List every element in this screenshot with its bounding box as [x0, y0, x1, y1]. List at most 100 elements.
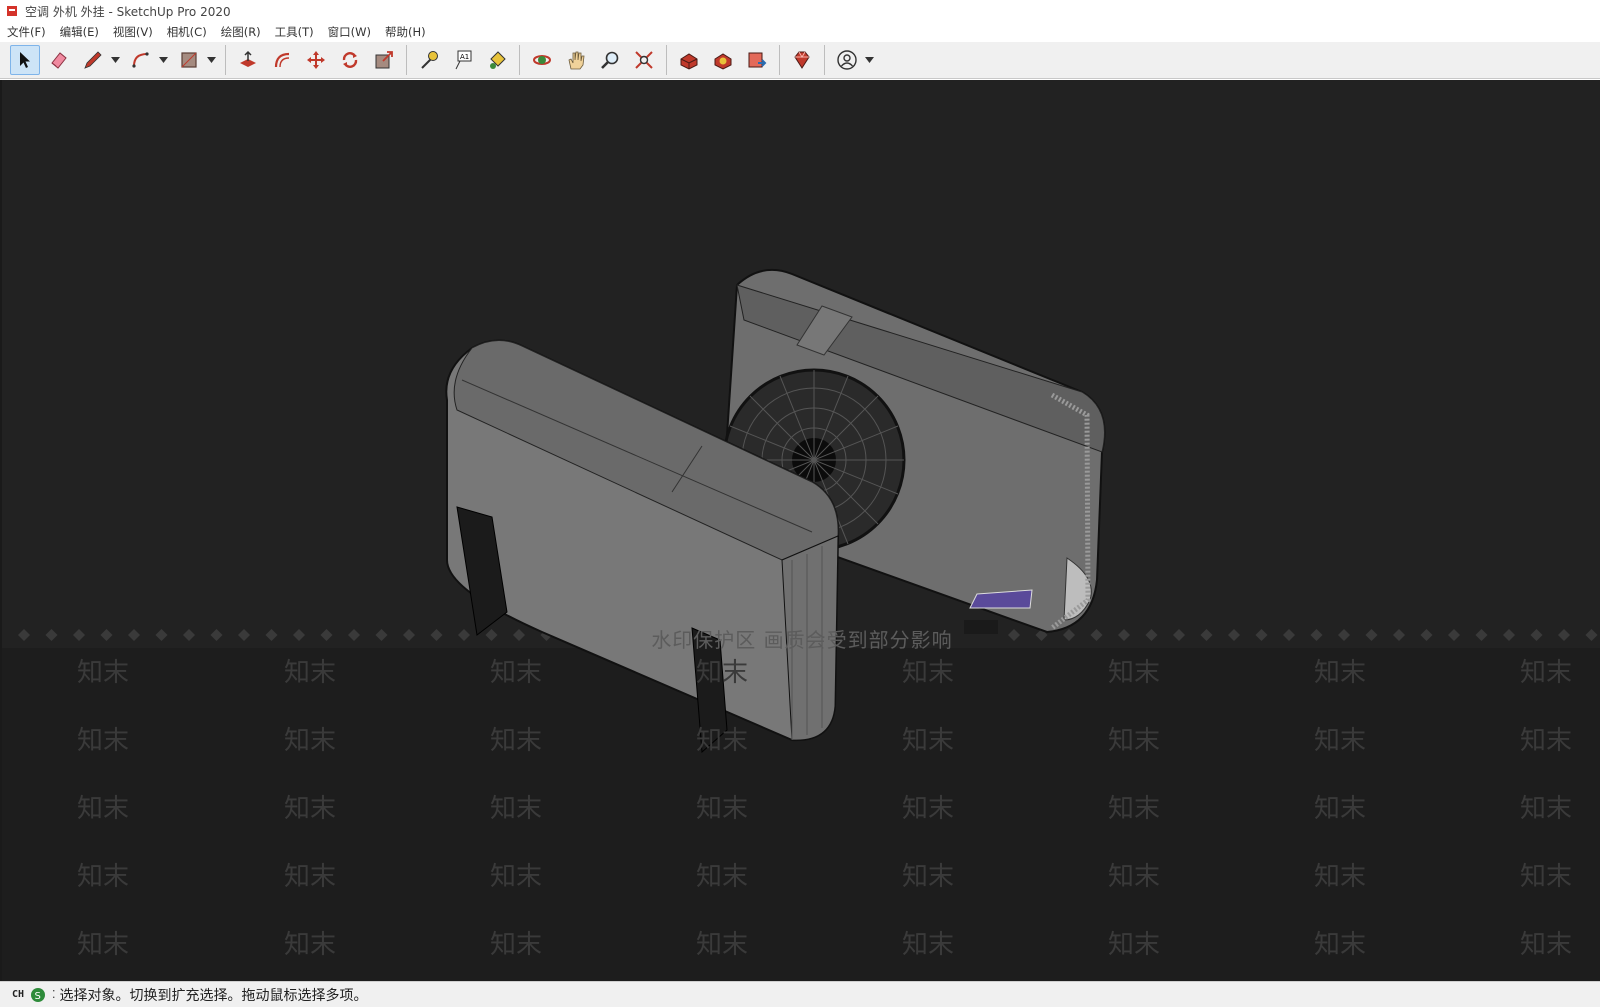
watermark-word: 知末 [490, 930, 543, 960]
watermark-notice: 水印保护区 画质会受到部分影响 [651, 628, 953, 652]
menu-window[interactable]: 窗口(W) [321, 24, 378, 40]
toolbar-separator [824, 45, 825, 75]
watermark-word: 知末 [1520, 658, 1573, 688]
arc-tool-dropdown[interactable] [158, 45, 168, 75]
account-dropdown[interactable] [864, 45, 874, 75]
watermark-word: 知末 [1314, 726, 1367, 756]
offset-icon [274, 52, 290, 68]
extension-warehouse-button[interactable] [708, 45, 738, 75]
watermark-word: 知末 [77, 726, 130, 756]
zoom-tool-button[interactable] [595, 45, 625, 75]
rectangle-tool-dropdown[interactable] [206, 45, 216, 75]
watermark-word: 知末 [284, 726, 337, 756]
orbit-tool-button[interactable] [527, 45, 557, 75]
rotate-tool-button[interactable] [335, 45, 365, 75]
model-scene [18, 268, 1598, 754]
tape-measure-icon [421, 51, 438, 69]
watermark-word: 知末 [1108, 930, 1161, 960]
watermark-word: 知末 [902, 726, 955, 756]
watermark-word: 知末 [490, 726, 543, 756]
orbit-icon [533, 55, 551, 65]
watermark-word: 知末 [490, 862, 543, 892]
watermark-word: 知末 [77, 930, 130, 960]
watermark-word: 知末 [902, 794, 955, 824]
modeling-viewport[interactable]: 水印保护区 画质会受到部分影响 知末 知末 知末 知末 知末 知末 知末 知末 知末 知末 知末 知末… [0, 80, 1600, 981]
window-title: 空调 外机 外挂 - SketchUp Pro 2020 [25, 4, 231, 19]
menu-tools[interactable]: 工具(T) [268, 24, 321, 40]
arc-tool-button[interactable] [126, 45, 156, 75]
watermark-word: 知末 [902, 658, 955, 688]
extension-warehouse-icon [714, 53, 732, 70]
status-dots-icon: ⁚ [52, 988, 56, 1001]
send-to-layout-button[interactable] [742, 45, 772, 75]
watermark-word: 知末 [77, 794, 130, 824]
watermark-word: 知末 [902, 862, 955, 892]
line-tool-button[interactable] [78, 45, 108, 75]
pencil-line-icon [84, 51, 102, 69]
line-tool-dropdown[interactable] [110, 45, 120, 75]
extension-manager-ruby-icon [794, 51, 810, 69]
watermark-word: 知末 [1520, 794, 1573, 824]
extension-manager-button[interactable] [787, 45, 817, 75]
scale-tool-button[interactable] [369, 45, 399, 75]
watermark-word: 知末 [77, 862, 130, 892]
watermark-word: 知末 [1108, 862, 1161, 892]
push-pull-icon [240, 50, 256, 67]
menu-bar: 文件(F) 编辑(E) 视图(V) 相机(C) 绘图(R) 工具(T) 窗口(W… [0, 22, 1600, 42]
svg-text:A1: A1 [460, 53, 469, 61]
menu-view[interactable]: 视图(V) [106, 24, 160, 40]
arc-icon [132, 52, 149, 68]
chevron-down-icon [206, 57, 216, 63]
watermark-word: 知末 [696, 930, 749, 960]
status-bar: CH S ⁚ 选择对象。切换到扩充选择。拖动鼠标选择多项。 [0, 981, 1600, 1007]
menu-help[interactable]: 帮助(H) [378, 24, 433, 40]
watermark-word: 知末 [696, 794, 749, 824]
paint-bucket-tool-button[interactable] [482, 45, 512, 75]
account-button[interactable] [832, 45, 862, 75]
watermark-word: 知末 [1108, 794, 1161, 824]
svg-text:S: S [35, 991, 41, 1002]
watermark-word: 知末 [490, 658, 543, 688]
status-message: 选择对象。切换到扩充选择。拖动鼠标选择多项。 [59, 987, 368, 1004]
eraser-tool-button[interactable] [44, 45, 74, 75]
scale-icon [375, 51, 393, 69]
warehouse-icon [680, 53, 698, 70]
toolbar-separator [225, 45, 226, 75]
move-tool-button[interactable] [301, 45, 331, 75]
select-tool-button[interactable] [10, 45, 40, 75]
pan-tool-button[interactable] [561, 45, 591, 75]
sketchup-logo-icon [7, 6, 17, 16]
rectangle-tool-button[interactable] [174, 45, 204, 75]
watermark-word: 知末 [696, 658, 749, 688]
text-tool-icon: A1 [455, 50, 472, 70]
menu-camera[interactable]: 相机(C) [160, 24, 214, 40]
toolbar-separator [779, 45, 780, 75]
menu-file[interactable]: 文件(F) [0, 24, 53, 40]
watermark-word: 知末 [284, 794, 337, 824]
toolbar-separator [666, 45, 667, 75]
watermark-word: 知末 [1520, 862, 1573, 892]
watermark-word: 知末 [696, 862, 749, 892]
watermark-word: 知末 [1520, 930, 1573, 960]
watermark-word: 知末 [1314, 794, 1367, 824]
watermark-word: 知末 [1314, 658, 1367, 688]
watermark-word: 知末 [284, 658, 337, 688]
offset-tool-button[interactable] [267, 45, 297, 75]
chevron-down-icon [158, 57, 168, 63]
menu-draw[interactable]: 绘图(R) [214, 24, 268, 40]
rotate-icon [342, 52, 358, 68]
watermark-word: 知末 [490, 794, 543, 824]
paint-bucket-icon [490, 51, 506, 69]
zoom-extents-tool-button[interactable] [629, 45, 659, 75]
layout-send-icon [748, 52, 767, 68]
text-tool-button[interactable]: A1 [448, 45, 478, 75]
tape-measure-tool-button[interactable] [414, 45, 444, 75]
ime-logo-icon: S [31, 987, 46, 1002]
menu-edit[interactable]: 编辑(E) [53, 24, 106, 40]
move-icon [307, 51, 325, 69]
pan-hand-icon [568, 51, 585, 70]
3d-warehouse-button[interactable] [674, 45, 704, 75]
watermark-word: 知末 [902, 930, 955, 960]
push-pull-tool-button[interactable] [233, 45, 263, 75]
chevron-down-icon [110, 57, 120, 63]
